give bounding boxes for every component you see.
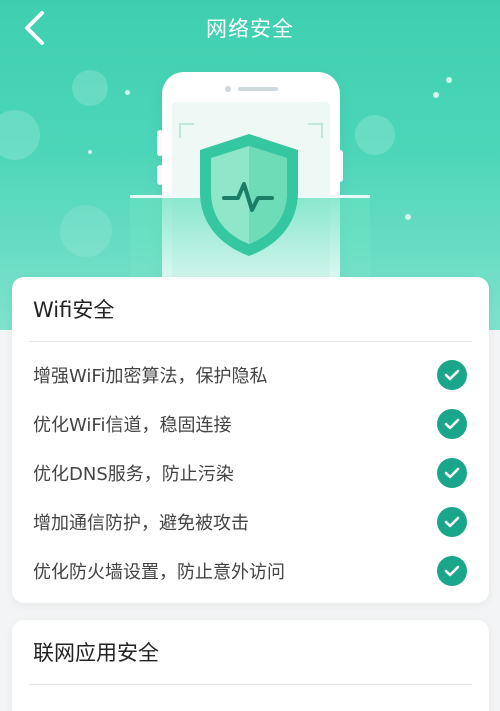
decor-bubble [355,115,395,155]
section-title: Wifi安全 [33,298,115,322]
decor-bubble [60,205,112,257]
decor-bubble [0,110,40,160]
check-circle-icon [437,457,467,488]
phone-speaker [238,87,278,91]
chevron-left-icon [25,11,44,45]
decor-dot [125,90,130,95]
decor-dot [446,77,452,83]
divider [29,684,472,685]
list-item-label: 优化WiFi信道，稳固连接 [33,414,232,436]
list-item[interactable]: 优化DNS服务，防止污染 [12,448,489,497]
check-circle-icon [437,359,467,390]
list-item[interactable]: 优化WiFi信道，稳固连接 [12,399,489,448]
title-bar: 网络安全 [0,0,500,56]
page-title: 网络安全 [206,17,294,41]
check-circle-icon [437,506,467,537]
decor-dot [405,214,411,220]
section-title: 联网应用安全 [33,641,159,665]
decor-dot [433,92,439,98]
list-item-label: 增加通信防护，避免被攻击 [33,512,249,534]
list-item[interactable]: 增加通信防护，避免被攻击 [12,497,489,546]
list-item[interactable]: 增强WiFi加密算法，保护隐私 [12,350,489,399]
list-item-label: 优化防火墙设置，防止意外访问 [33,561,285,583]
check-circle-icon [437,408,467,439]
list-item[interactable]: 优化防火墙设置，防止意外访问 [12,546,489,595]
check-circle-icon [437,555,467,586]
wifi-security-card: Wifi安全 增强WiFi加密算法，保护隐私 优化WiFi信道，稳固连接 优化D… [12,277,489,603]
shield-pulse-icon [200,134,298,256]
list-item-label: 优化DNS服务，防止污染 [33,463,234,485]
phone-camera [225,86,231,92]
app-security-card: 联网应用安全 [12,620,489,711]
decor-bubble [72,70,108,106]
wifi-item-list: 增强WiFi加密算法，保护隐私 优化WiFi信道，稳固连接 优化DNS服务，防止… [12,342,489,595]
decor-dot [88,150,92,154]
list-item-label: 增强WiFi加密算法，保护隐私 [33,365,268,387]
back-button[interactable] [14,8,54,48]
